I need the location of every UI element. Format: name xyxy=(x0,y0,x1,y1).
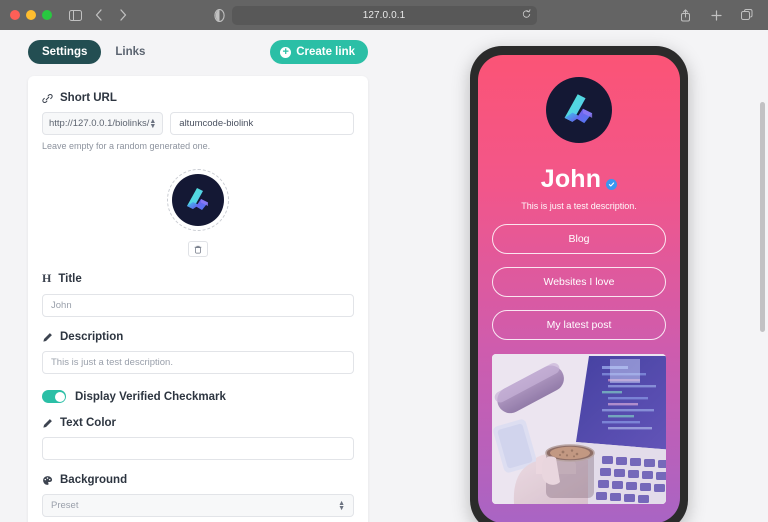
tab-settings[interactable]: Settings xyxy=(28,40,102,64)
preview-link-websites-i-love[interactable]: Websites I love xyxy=(492,267,666,297)
short-url-helper: Leave empty for a random generated one. xyxy=(42,141,211,151)
text-color-group: Text Color xyxy=(42,417,354,460)
reader-mode-icon[interactable] xyxy=(208,4,230,26)
create-link-label: Create link xyxy=(296,46,355,58)
page-scrollbar-thumb[interactable] xyxy=(759,102,765,332)
minimize-window-button[interactable] xyxy=(26,10,36,20)
browser-toolbar: 127.0.0.1 xyxy=(0,0,768,30)
title-value: John xyxy=(51,300,72,311)
avatar-upload-dropzone[interactable] xyxy=(167,169,229,231)
slug-input[interactable]: altumcode-biolink xyxy=(170,112,354,135)
description-value: This is just a test description. xyxy=(51,357,173,368)
share-icon[interactable] xyxy=(674,4,696,26)
chevron-updown-icon: ▲ ▼ xyxy=(149,117,157,130)
navigation-buttons xyxy=(88,4,134,26)
title-label-row: H Title xyxy=(42,271,354,286)
page-content: Settings Links + Create link Short URL h… xyxy=(0,30,768,522)
page-viewport: Settings Links + Create link Short URL h… xyxy=(0,30,768,522)
altumcode-logo-icon xyxy=(187,188,208,210)
preview-avatar xyxy=(546,77,612,143)
preview-link-blog[interactable]: Blog xyxy=(492,224,666,254)
settings-column: Settings Links + Create link Short URL h… xyxy=(0,40,390,522)
tabs-overview-icon[interactable] xyxy=(736,4,758,26)
description-input[interactable]: This is just a test description. xyxy=(42,351,354,374)
title-label: Title xyxy=(58,272,82,285)
chevron-updown-icon: ▲ ▼ xyxy=(338,499,345,512)
plus-circle-icon: + xyxy=(280,46,292,58)
title-input[interactable]: John xyxy=(42,294,354,317)
plus-icon[interactable] xyxy=(705,4,727,26)
url-prefix-select[interactable]: http://127.0.0.1/biolinks/ ▲ ▼ xyxy=(42,112,164,135)
preview-name-row: John xyxy=(541,165,618,194)
phone-mockup: John This is just a test description. Bl… xyxy=(470,46,688,522)
background-label-row: Background xyxy=(42,474,354,486)
address-bar-url: 127.0.0.1 xyxy=(362,9,406,21)
short-url-inputs: http://127.0.0.1/biolinks/ ▲ ▼ altumcode-… xyxy=(42,112,354,135)
preview-name: John xyxy=(540,165,602,193)
preview-column: John This is just a test description. Bl… xyxy=(390,40,768,522)
tab-links[interactable]: Links xyxy=(101,40,159,64)
text-color-input[interactable] xyxy=(42,437,354,460)
description-label: Description xyxy=(60,331,124,343)
background-preset-value: Preset xyxy=(51,500,79,511)
settings-card: Short URL http://127.0.0.1/biolinks/ ▲ ▼ … xyxy=(28,76,368,522)
chevron-right-icon[interactable] xyxy=(112,4,134,26)
link-icon xyxy=(42,93,53,104)
short-url-label-row: Short URL xyxy=(42,92,354,104)
browser-window: 127.0.0.1 Settings Links + Create link S… xyxy=(0,0,768,522)
background-preset-select[interactable]: Preset ▲ ▼ xyxy=(42,494,354,517)
avatar-block xyxy=(42,169,354,257)
verified-check-icon xyxy=(606,178,618,190)
close-window-button[interactable] xyxy=(10,10,20,20)
toolbar-right-icons xyxy=(674,4,758,26)
title-group: H Title John xyxy=(42,271,354,317)
slug-value: altumcode-biolink xyxy=(179,118,254,129)
verified-checkmark-label: Display Verified Checkmark xyxy=(75,390,226,403)
palette-icon xyxy=(42,475,53,486)
heading-icon: H xyxy=(42,271,52,285)
toggle-knob xyxy=(54,391,65,402)
background-group: Background Preset ▲ ▼ xyxy=(42,474,354,522)
verified-checkmark-toggle[interactable] xyxy=(42,390,66,403)
address-bar[interactable]: 127.0.0.1 xyxy=(231,5,537,25)
sidebar-icon[interactable] xyxy=(64,4,86,26)
pencil-icon xyxy=(42,332,53,343)
preview-image xyxy=(492,354,666,504)
preview-description: This is just a test description. xyxy=(521,201,637,211)
maximize-window-button[interactable] xyxy=(42,10,52,20)
avatar xyxy=(172,174,224,226)
url-prefix-value: http://127.0.0.1/biolinks/ xyxy=(49,118,150,129)
delete-avatar-button[interactable] xyxy=(188,241,208,257)
text-color-label: Text Color xyxy=(60,417,117,429)
description-group: Description This is just a test descript… xyxy=(42,331,354,374)
pencil-icon xyxy=(42,418,53,429)
short-url-label: Short URL xyxy=(60,92,117,104)
text-color-label-row: Text Color xyxy=(42,417,354,429)
reload-icon[interactable] xyxy=(522,6,531,24)
create-link-button[interactable]: + Create link xyxy=(270,40,368,64)
biolink-preview: John This is just a test description. Bl… xyxy=(478,55,680,522)
verified-checkmark-row: Display Verified Checkmark xyxy=(42,390,354,403)
chevron-left-icon[interactable] xyxy=(88,4,110,26)
preview-link-my-latest-post[interactable]: My latest post xyxy=(492,310,666,340)
window-traffic-lights xyxy=(10,10,52,20)
trash-icon xyxy=(194,245,202,253)
altumcode-logo-icon xyxy=(564,94,593,124)
background-label: Background xyxy=(60,474,128,486)
page-scrollbar[interactable] xyxy=(758,30,766,522)
tab-bar: Settings Links + Create link xyxy=(28,40,368,64)
description-label-row: Description xyxy=(42,331,354,343)
coffee-laptop-desk-photo-icon xyxy=(492,354,666,504)
